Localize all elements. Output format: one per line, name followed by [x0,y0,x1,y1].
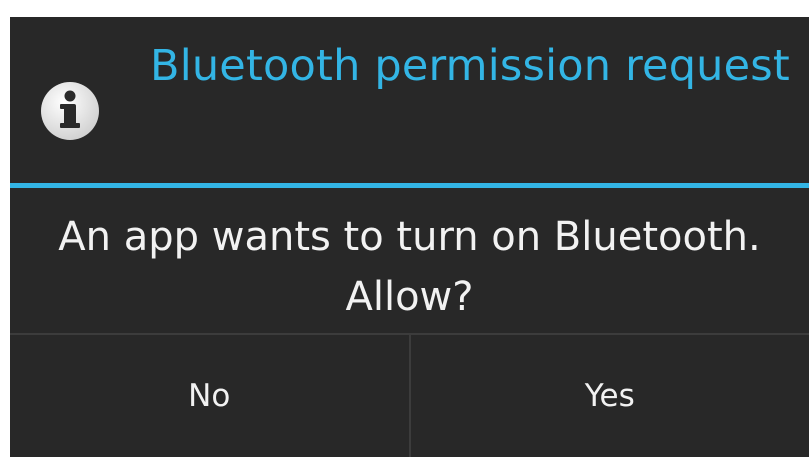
screen: Bluetooth permission request An app want… [0,0,809,457]
dialog-button-bar: No Yes [10,333,809,457]
yes-button[interactable]: Yes [411,335,809,457]
title-divider [10,183,809,188]
bluetooth-permission-dialog: Bluetooth permission request An app want… [10,17,809,457]
dialog-message: An app wants to turn on Bluetooth. Allow… [58,214,761,320]
info-icon [41,82,99,140]
dialog-title-bar: Bluetooth permission request [10,17,809,183]
dialog-title: Bluetooth permission request [150,41,790,91]
no-button[interactable]: No [10,335,409,457]
